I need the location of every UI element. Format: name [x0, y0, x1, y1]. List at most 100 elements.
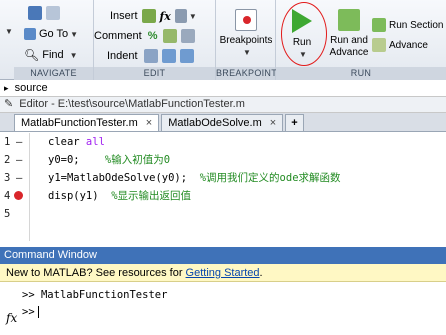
run-highlight-circle — [281, 2, 327, 66]
chevron-down-icon: ▼ — [70, 29, 79, 39]
insert-icon — [141, 9, 156, 23]
history-line: >> MatlabFunctionTester — [22, 289, 167, 301]
code-text: disp(y1) — [48, 190, 99, 202]
code-keyword: clear — [48, 136, 80, 148]
tab-label: MatlabOdeSolve.m — [168, 117, 262, 129]
find-label: Find — [42, 49, 64, 61]
run-section-icon — [372, 18, 386, 32]
edit-section-label: EDIT — [94, 67, 215, 80]
code-comment: %输入初值为0 — [104, 154, 171, 166]
banner-text: New to MATLAB? See resources for — [6, 267, 186, 279]
history-command: MatlabFunctionTester — [40, 289, 168, 301]
chevron-down-icon[interactable]: ▼ — [189, 12, 197, 21]
close-icon[interactable]: × — [146, 117, 152, 129]
executable-dash[interactable]: — — [16, 133, 22, 151]
breakpoints-button[interactable]: Breakpoints ▼ — [218, 9, 274, 59]
editor-title: Editor - E:\test\source\MatlabFunctionTe… — [19, 98, 245, 110]
executable-dash[interactable]: — — [16, 169, 22, 187]
percent-icon: % — [147, 30, 158, 42]
search-icon: 🔍︎ — [24, 48, 40, 62]
line-number: 2 — [4, 154, 11, 166]
breadcrumb-folder[interactable]: source — [15, 82, 48, 94]
run-and-advance-label: Run and Advance — [329, 35, 369, 58]
tab-matlabfunctiontester[interactable]: MatlabFunctionTester.m × — [14, 114, 160, 131]
text-cursor — [37, 306, 39, 318]
run-and-advance-icon — [338, 9, 360, 31]
code-line[interactable]: y1=MatlabOdeSolve(y0); %调用我们定义的ode求解函数 — [48, 169, 341, 187]
comment-label: Comment — [94, 30, 142, 42]
code-line[interactable]: disp(y1) %显示输出返回值 — [48, 187, 191, 205]
run-section-button[interactable]: Run Section — [372, 18, 443, 32]
breadcrumb[interactable]: ▸ source — [0, 81, 446, 97]
comment-button[interactable]: Comment % — [94, 29, 196, 43]
breakpoints-section: Breakpoints ▼ BREAKPOINTS — [216, 0, 284, 80]
tab-matlabodesolve[interactable]: MatlabOdeSolve.m × — [161, 114, 284, 131]
goto-label: Go To — [39, 28, 69, 40]
chevron-down-icon: ▼ — [5, 27, 13, 36]
insert-button[interactable]: Insert fx ▼ — [110, 9, 197, 23]
fx-icon[interactable]: fx — [6, 311, 17, 325]
banner-end: . — [259, 267, 263, 279]
advance-icon — [372, 38, 386, 52]
navigate-section: Go To ▼ 🔍︎ Find ▼ NAVIGATE — [14, 0, 94, 80]
advance-button[interactable]: Advance — [372, 38, 428, 52]
new-tab-button[interactable]: + — [285, 114, 304, 131]
comment-icon[interactable] — [163, 29, 178, 43]
navigate-section-label: NAVIGATE — [14, 67, 93, 80]
code-line[interactable]: clear all — [48, 133, 105, 151]
code-line[interactable]: y0=0; %输入初值为0 — [48, 151, 170, 169]
indent-label: Indent — [107, 50, 138, 62]
editor-tabs: MatlabFunctionTester.m × MatlabOdeSolve.m… — [0, 113, 446, 132]
run-and-advance-button[interactable]: Run and Advance — [326, 9, 372, 59]
command-window-title: Command Window — [0, 247, 446, 264]
code-comment: %显示输出返回值 — [111, 190, 192, 202]
breakpoints-icon — [235, 9, 257, 31]
breakpoint-icon[interactable] — [14, 191, 23, 200]
line-number: 1 — [4, 136, 11, 148]
close-icon[interactable]: × — [270, 117, 276, 129]
increase-indent-icon[interactable] — [161, 49, 176, 63]
indent-icon[interactable] — [143, 49, 158, 63]
back-arrow-icon[interactable] — [28, 6, 42, 20]
code-text: y1=MatlabOdeSolve(y0); — [48, 172, 188, 184]
chevron-down-icon: ▼ — [243, 48, 251, 57]
getting-started-banner: New to MATLAB? See resources for Getting… — [0, 264, 446, 282]
quick-access-menu[interactable]: ▼ — [3, 27, 13, 36]
editor-title-bar: ✎ Editor - E:\test\source\MatlabFunction… — [0, 97, 446, 113]
wrap-icon[interactable] — [181, 29, 196, 43]
goto-button[interactable]: Go To ▼ — [24, 28, 78, 40]
decrease-indent-icon[interactable] — [179, 49, 194, 63]
line-number: 4 — [4, 190, 11, 202]
command-input[interactable]: >> — [22, 306, 39, 318]
chevron-right-icon: ▸ — [4, 83, 9, 93]
breakpoints-section-label: BREAKPOINTS — [216, 67, 284, 80]
command-prompt: >> — [22, 306, 35, 318]
insert-label: Insert — [110, 10, 138, 22]
back-forward-buttons[interactable] — [28, 6, 60, 20]
run-section-label: RUN — [276, 67, 446, 80]
getting-started-link[interactable]: Getting Started — [186, 267, 260, 279]
chevron-down-icon: ▼ — [69, 50, 78, 60]
goto-icon — [24, 28, 36, 40]
run-section-label: Run Section — [389, 19, 444, 31]
command-window[interactable]: >> MatlabFunctionTester fx >> — [0, 283, 446, 335]
history-prompt: >> — [22, 289, 35, 301]
code-argument: all — [79, 136, 105, 148]
line-number: 5 — [4, 208, 11, 220]
code-text: y0=0; — [48, 154, 80, 166]
advance-label: Advance — [389, 39, 428, 51]
line-number: 3 — [4, 172, 11, 184]
toolstrip: ▼ Go To ▼ 🔍︎ Find ▼ NAVIGATE Insert fx ▼ — [0, 0, 446, 80]
insert-menu-icon[interactable] — [174, 9, 187, 23]
find-button[interactable]: 🔍︎ Find ▼ — [24, 48, 78, 62]
executable-dash[interactable]: — — [16, 151, 22, 169]
code-comment: %调用我们定义的ode求解函数 — [199, 172, 341, 184]
breakpoints-label: Breakpoints — [219, 35, 273, 46]
edit-section: Insert fx ▼ Comment % Indent EDIT — [94, 0, 216, 80]
forward-arrow-icon[interactable] — [46, 6, 60, 20]
tab-label: MatlabFunctionTester.m — [21, 117, 138, 129]
editor-icon: ✎ — [4, 98, 14, 110]
code-editor[interactable]: 1 — clear all 2 — y0=0; %输入初值为0 3 — y1=M… — [0, 133, 446, 241]
indent-button[interactable]: Indent — [107, 49, 194, 63]
fx-button[interactable]: fx — [160, 10, 171, 23]
